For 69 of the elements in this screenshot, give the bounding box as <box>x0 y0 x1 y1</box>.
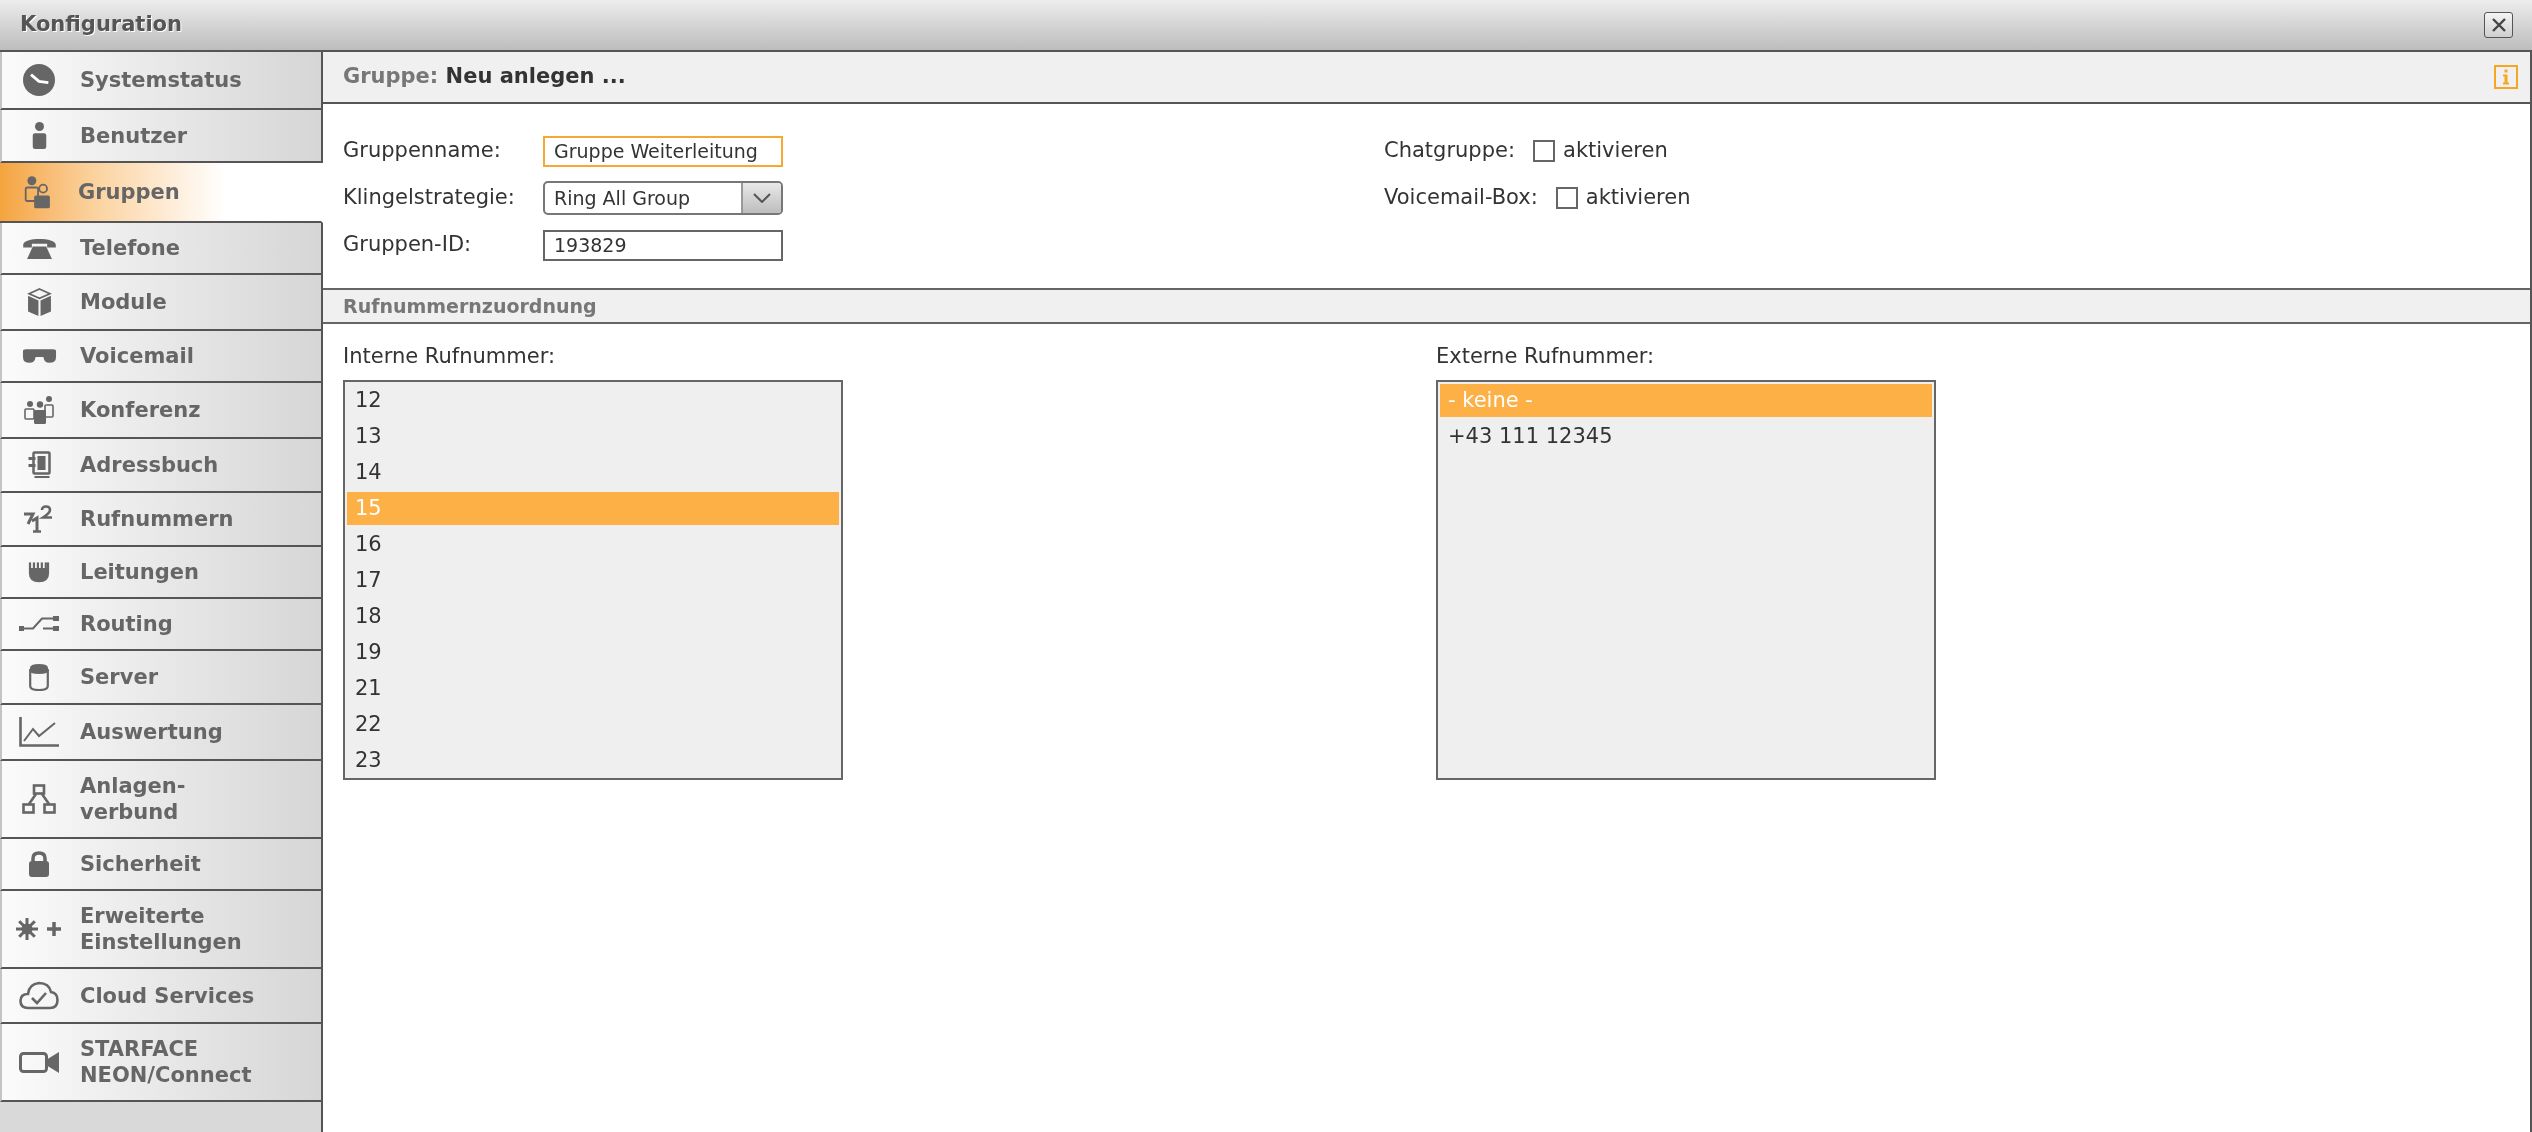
user-icon <box>31 122 47 149</box>
sidebar-item[interactable]: Systemstatus <box>0 52 323 110</box>
page-title: Gruppe: Neu anlegen ... <box>343 63 626 91</box>
address-book-icon <box>26 451 52 479</box>
line-chart-icon <box>19 717 59 747</box>
list-item[interactable]: 19 <box>347 636 839 669</box>
listbox[interactable]: 12 13 14 15 16 17 18 19 21 22 23 <box>343 380 843 780</box>
text-field[interactable]: 193829 <box>543 229 783 261</box>
field-label: Gruppen-ID: <box>343 231 473 259</box>
sidebar-item[interactable]: Routing <box>0 599 323 651</box>
sidebar-item[interactable]: Erweiterte Einstellungen <box>0 891 323 969</box>
list-item[interactable]: 18 <box>347 600 839 633</box>
chevron-down-icon <box>753 193 771 203</box>
sidebar-item[interactable]: Konferenz <box>0 383 323 439</box>
list-label: Interne Rufnummer: <box>343 344 556 368</box>
list-item[interactable]: 13 <box>347 420 839 453</box>
checkbox[interactable] <box>1555 187 1578 209</box>
sidebar-item[interactable]: Voicemail <box>0 331 323 383</box>
dropdown[interactable]: Ring All Group <box>543 181 783 215</box>
sidebar-item[interactable]: STARFACE NEON/Connect <box>0 1024 323 1102</box>
sidebar-item[interactable]: Server <box>0 651 323 705</box>
sidebar-item[interactable]: Anlagen- verbund <box>0 761 323 839</box>
cloud-check-icon <box>19 981 59 1010</box>
voicemail-icon <box>21 348 57 364</box>
sidebar-item[interactable]: Auswertung <box>0 705 323 761</box>
checkbox[interactable] <box>1533 140 1555 162</box>
section-title: Rufnummernzuordnung <box>343 293 597 319</box>
sidebar-item[interactable]: Cloud Services <box>0 969 323 1024</box>
list-item[interactable]: 14 <box>347 456 839 489</box>
list-label: Externe Rufnummer: <box>1436 344 1656 368</box>
lock-icon <box>27 851 51 877</box>
sidebar-item[interactable]: Telefone <box>0 223 323 275</box>
text-field[interactable]: Gruppe Weiterleitung <box>543 135 783 167</box>
clock-icon <box>23 64 55 96</box>
checkbox-label: aktivieren <box>1563 137 1668 165</box>
sidebar-item[interactable]: Rufnummern <box>0 493 323 547</box>
list-item[interactable]: +43 111 12345 <box>1440 420 1932 453</box>
listbox[interactable]: - keine - +43 111 12345 <box>1436 380 1936 780</box>
list-item[interactable]: 16 <box>347 528 839 561</box>
sidebar-item[interactable]: Module <box>0 275 323 331</box>
group-icon <box>24 395 54 425</box>
digits-icon <box>23 505 55 533</box>
field-label: Voicemail-Box: <box>1384 184 1538 212</box>
close-button[interactable] <box>2484 12 2513 38</box>
routing-icon <box>19 615 59 633</box>
field-label: Klingelstrategie: <box>343 184 516 212</box>
sidebar-item[interactable]: Leitungen <box>0 547 323 599</box>
plug-icon <box>28 561 50 583</box>
list-item[interactable]: 22 <box>347 708 839 741</box>
video-camera-icon <box>19 1050 59 1074</box>
sidebar-item[interactable]: Sicherheit <box>0 839 323 891</box>
sidebar-item[interactable]: Gruppen <box>0 163 323 223</box>
close-icon <box>2491 18 2506 32</box>
cylinder-icon <box>29 663 49 691</box>
cube-icon <box>26 287 52 317</box>
checkbox-label: aktivieren <box>1585 184 1691 212</box>
list-item[interactable]: 17 <box>347 564 839 597</box>
gear-plus-icon <box>16 917 62 941</box>
list-item[interactable]: 21 <box>347 672 839 705</box>
users-icon <box>23 175 51 209</box>
sidebar-item[interactable]: Benutzer <box>0 110 323 163</box>
window-title: Konfiguration <box>20 11 182 39</box>
phone-icon <box>21 236 57 260</box>
field-label: Chatgruppe: <box>1384 137 1515 165</box>
list-item[interactable]: 23 <box>347 744 839 777</box>
network-icon <box>22 784 56 814</box>
list-item[interactable]: 12 <box>347 384 839 417</box>
field-label: Gruppenname: <box>343 137 502 165</box>
sidebar-item[interactable]: Adressbuch <box>0 439 323 493</box>
